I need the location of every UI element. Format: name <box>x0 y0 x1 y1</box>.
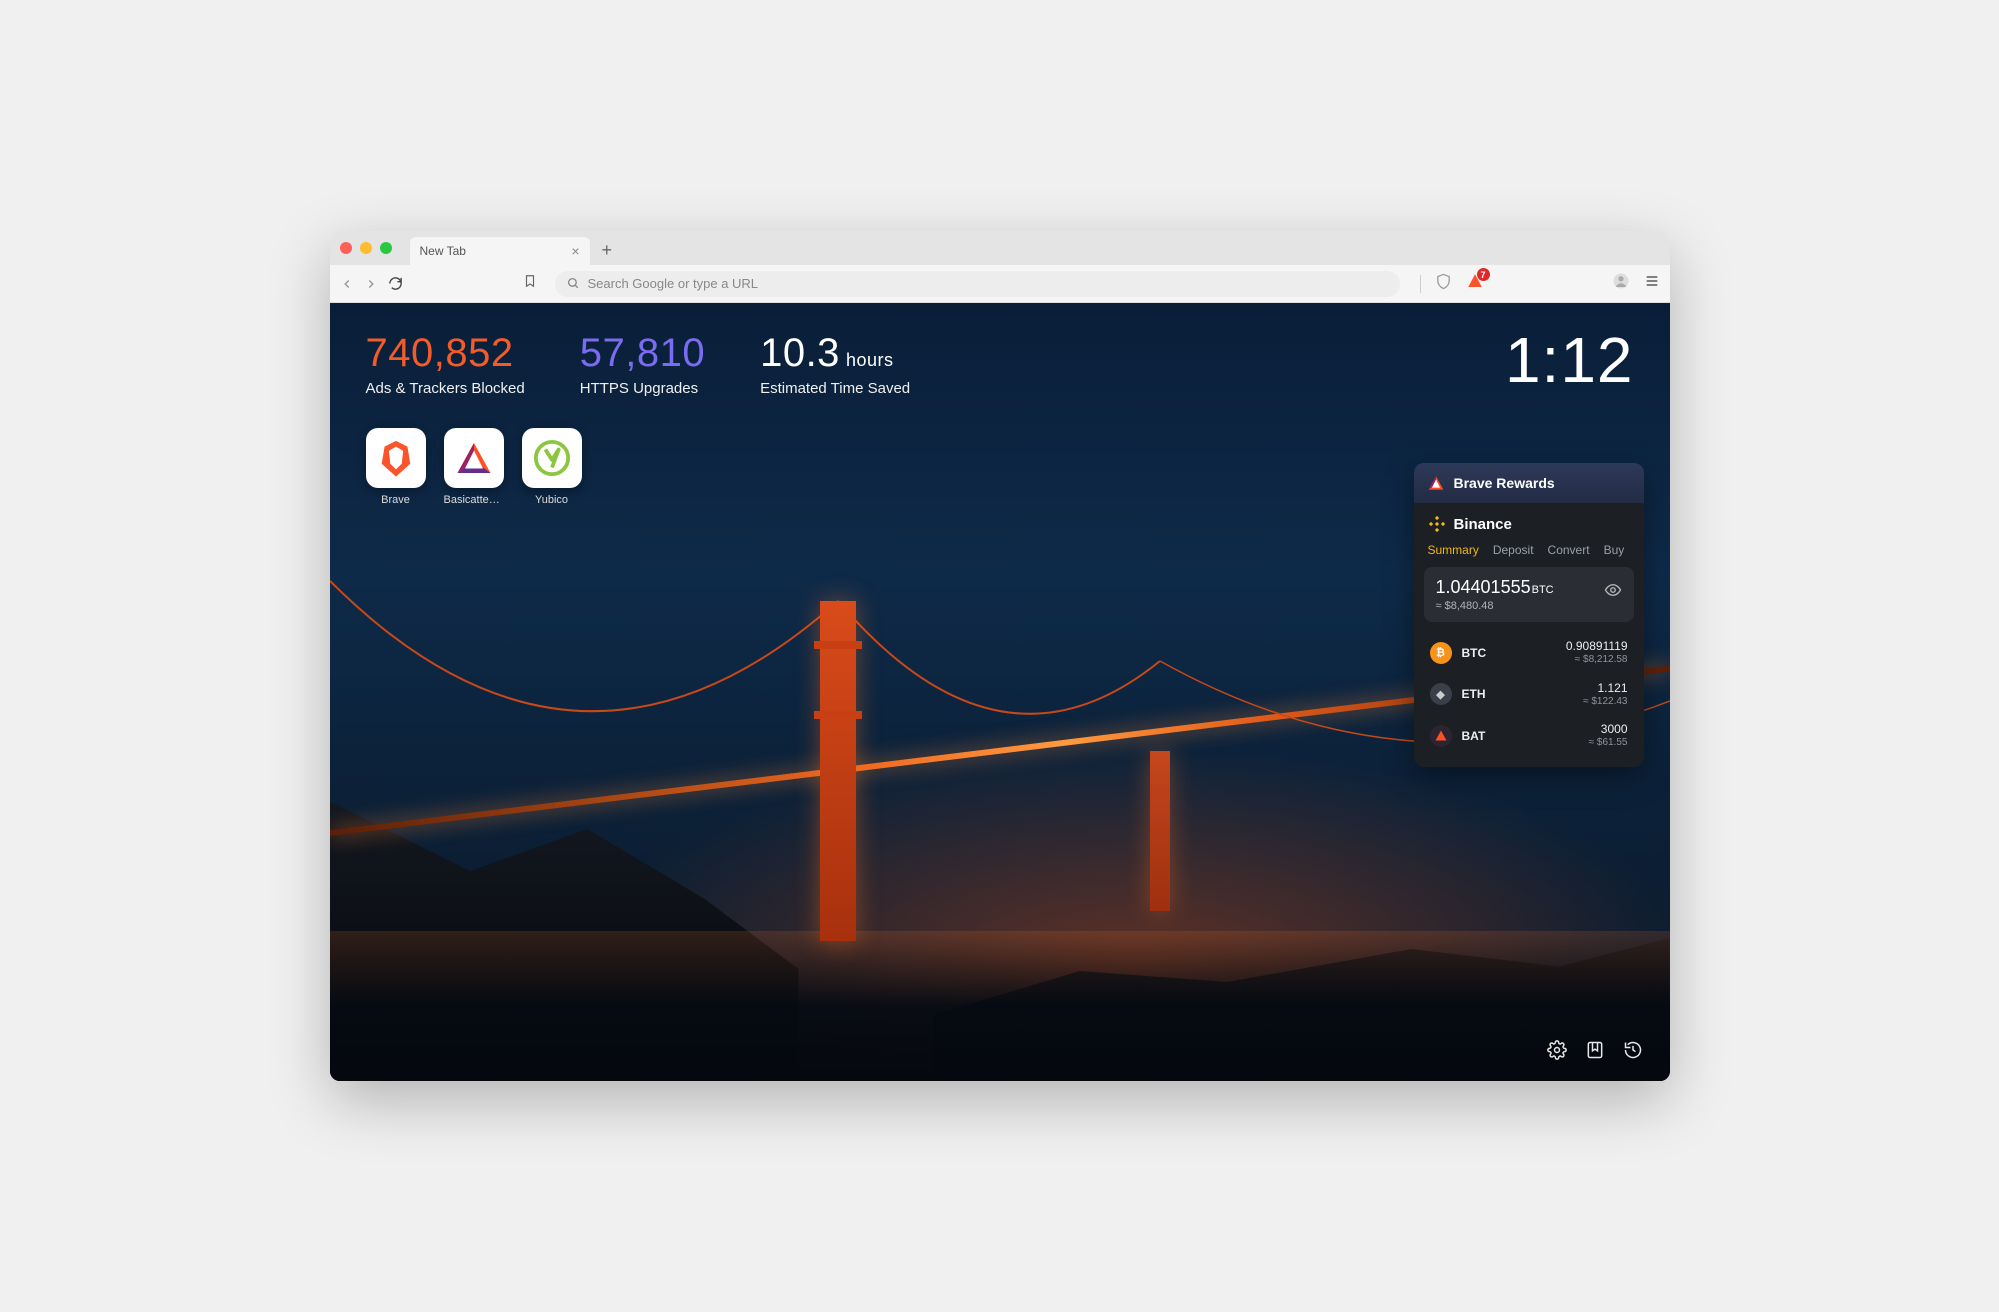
binance-tabs: Summary Deposit Convert Buy <box>1414 537 1644 567</box>
brave-extension-icon[interactable]: 7 <box>1466 272 1484 295</box>
app-menu-button[interactable] <box>1644 273 1660 294</box>
forward-button[interactable] <box>364 277 378 291</box>
top-site-tile <box>444 428 504 488</box>
stat-value: 740,852 <box>366 331 525 376</box>
clock: 1:12 <box>1505 323 1634 397</box>
asset-usd: ≈ $8,212.58 <box>1566 654 1628 667</box>
top-site-tile <box>522 428 582 488</box>
binance-card: Binance Summary Deposit Convert Buy 1.04… <box>1414 503 1644 767</box>
binance-title: Binance <box>1454 516 1512 533</box>
binance-tab-summary[interactable]: Summary <box>1428 543 1479 557</box>
binance-balance: 1.04401555BTC ≈ $8,480.48 <box>1424 567 1634 622</box>
balance-approx: ≈ $8,480.48 <box>1436 600 1622 612</box>
profile-icon[interactable] <box>1612 272 1630 295</box>
reload-button[interactable] <box>388 276 403 291</box>
window-maximize-button[interactable] <box>380 242 392 254</box>
stat-value: 10.3hours <box>760 331 910 376</box>
stat-label: Estimated Time Saved <box>760 380 910 397</box>
rewards-title: Brave Rewards <box>1454 475 1555 491</box>
top-site-tile <box>366 428 426 488</box>
new-tab-button[interactable]: + <box>602 241 613 259</box>
tab-title: New Tab <box>420 244 466 258</box>
bat-icon <box>1430 725 1452 747</box>
stat-ads-blocked: 740,852 Ads & Trackers Blocked <box>366 331 525 397</box>
stat-label: HTTPS Upgrades <box>580 380 705 397</box>
eth-icon: ◆ <box>1430 683 1452 705</box>
brave-logo-icon <box>378 438 414 478</box>
asset-row-bat[interactable]: BAT 3000 ≈ $61.55 <box>1414 715 1644 757</box>
new-tab-page: 740,852 Ads & Trackers Blocked 57,810 HT… <box>330 303 1670 1081</box>
brave-rewards-card[interactable]: Brave Rewards <box>1414 463 1644 503</box>
history-icon[interactable] <box>1622 1039 1644 1061</box>
address-bar[interactable]: Search Google or type a URL <box>555 271 1400 297</box>
balance-amount: 1.04401555BTC <box>1436 577 1622 598</box>
search-icon <box>567 277 580 290</box>
window-close-button[interactable] <box>340 242 352 254</box>
asset-amount: 0.90891119 <box>1566 639 1628 654</box>
settings-icon[interactable] <box>1546 1039 1568 1061</box>
top-sites: Brave Basicatten… <box>366 428 582 506</box>
background-scenery <box>820 601 856 941</box>
extension-badge: 7 <box>1477 268 1490 281</box>
tab-close-button[interactable]: × <box>571 244 579 258</box>
binance-logo-icon <box>1428 515 1446 533</box>
top-site-brave[interactable]: Brave <box>366 428 426 506</box>
widget-column: Brave Rewards Binance Summary Deposit <box>1414 463 1644 767</box>
stat-time-saved: 10.3hours Estimated Time Saved <box>760 331 910 397</box>
top-site-yubico[interactable]: Yubico <box>522 428 582 506</box>
top-site-label: Basicatten… <box>444 494 504 506</box>
stats-row: 740,852 Ads & Trackers Blocked 57,810 HT… <box>366 331 911 397</box>
window-controls <box>340 242 392 254</box>
asset-symbol: BAT <box>1462 729 1502 743</box>
background-scenery <box>1150 751 1170 911</box>
page-controls <box>1546 1039 1644 1061</box>
top-site-label: Yubico <box>522 494 582 506</box>
stat-https-upgrades: 57,810 HTTPS Upgrades <box>580 331 705 397</box>
browser-window: New Tab × + Search Google or type a URL <box>330 231 1670 1081</box>
tab-strip: New Tab × + <box>330 231 1670 265</box>
background-scenery <box>330 931 1670 1081</box>
toolbar-divider <box>1420 275 1421 293</box>
binance-tab-convert[interactable]: Convert <box>1548 543 1590 557</box>
bookmarks-icon[interactable] <box>1584 1039 1606 1061</box>
toolbar: Search Google or type a URL 7 <box>330 265 1670 303</box>
bat-icon <box>1428 475 1444 491</box>
address-bar-placeholder: Search Google or type a URL <box>588 276 759 291</box>
toggle-visibility-icon[interactable] <box>1604 581 1622 604</box>
asset-symbol: ETH <box>1462 687 1502 701</box>
bat-logo-icon <box>456 441 492 475</box>
asset-amount: 3000 <box>1589 722 1628 737</box>
back-button[interactable] <box>340 277 354 291</box>
top-site-bat[interactable]: Basicatten… <box>444 428 504 506</box>
asset-usd: ≈ $61.55 <box>1589 737 1628 750</box>
asset-amount: 1.121 <box>1583 681 1627 696</box>
binance-header: Binance <box>1414 503 1644 537</box>
binance-tab-buy[interactable]: Buy <box>1604 543 1625 557</box>
asset-symbol: BTC <box>1462 646 1502 660</box>
asset-row-eth[interactable]: ◆ ETH 1.121 ≈ $122.43 <box>1414 674 1644 716</box>
yubico-logo-icon <box>533 439 571 477</box>
toolbar-right: 7 <box>1420 272 1660 295</box>
window-minimize-button[interactable] <box>360 242 372 254</box>
bookmark-icon[interactable] <box>523 274 537 293</box>
stat-label: Ads & Trackers Blocked <box>366 380 525 397</box>
stat-value: 57,810 <box>580 331 705 376</box>
asset-row-btc[interactable]: ₿ BTC 0.90891119 ≈ $8,212.58 <box>1414 632 1644 674</box>
btc-icon: ₿ <box>1430 642 1452 664</box>
asset-usd: ≈ $122.43 <box>1583 696 1627 709</box>
top-site-label: Brave <box>366 494 426 506</box>
binance-tab-deposit[interactable]: Deposit <box>1493 543 1534 557</box>
shields-icon[interactable] <box>1435 273 1452 295</box>
browser-tab[interactable]: New Tab × <box>410 237 590 265</box>
